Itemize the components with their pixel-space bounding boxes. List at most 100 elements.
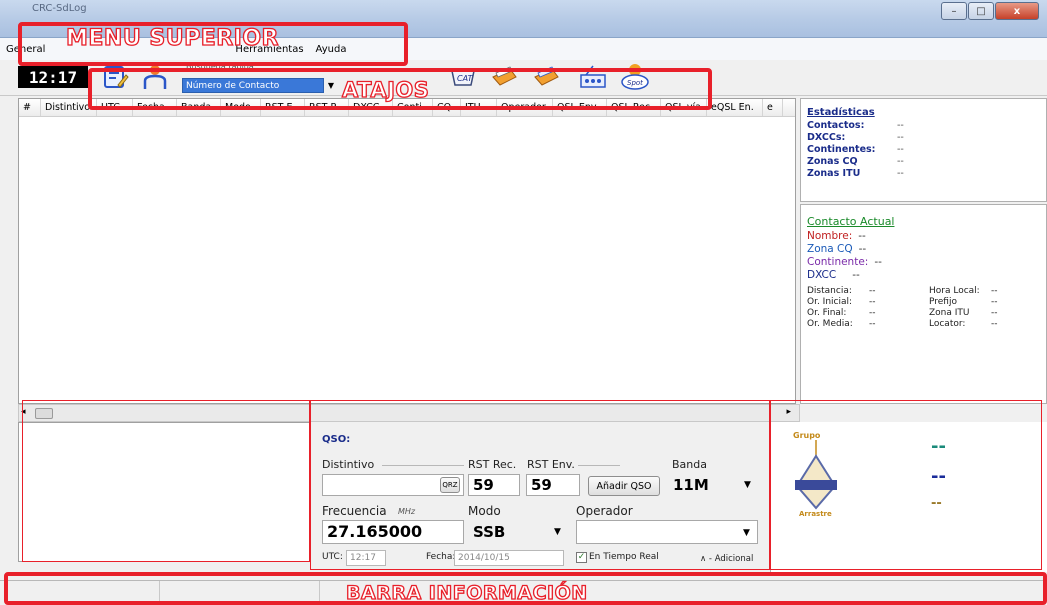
dxcc-row: DXCC -- [807,269,1040,282]
maximize-button[interactable]: □ [968,2,994,20]
minimize-button[interactable]: – [941,2,967,20]
chevron-down-icon[interactable]: ▼ [324,78,338,93]
frequency-label: Frecuencia [322,504,387,518]
detail-label: Or. Media: [807,319,853,329]
column-header[interactable]: Banda [177,99,221,116]
callsign-label: Distintivo [322,458,375,471]
detail-value: -- [991,308,998,318]
user-icon[interactable] [140,63,170,91]
add-qso-button[interactable]: Añadir QSO [588,476,660,496]
scroll-right-icon[interactable]: ▸ [786,407,791,417]
statistics-panel: Estadísticas Contactos: -- DXCCs: -- Conti… [800,98,1047,202]
detail-value: -- [869,297,876,307]
operator-select[interactable]: ▼ [576,520,758,544]
column-header[interactable]: RST E. [261,99,305,116]
detail-label: Prefijo [929,297,957,307]
spot-icon[interactable]: Spot [620,63,650,91]
column-header[interactable]: e [763,99,783,116]
zona-cq-value: -- [858,243,867,255]
detail-label: Distancia: [807,286,852,296]
stat-row: Continentes: -- [807,144,1040,156]
annotation-menu-label: MENU SUPERIOR [65,25,279,51]
rst-env-label: RST Env. [527,458,575,471]
quick-search-select[interactable]: Número de Contacto ▼ [182,78,338,93]
detail-label: Zona ITU [929,308,970,318]
statistics-title: Estadísticas [807,107,875,118]
mode-select[interactable]: SSB ▼ [468,520,570,544]
column-header[interactable]: Modo [221,99,261,116]
column-header[interactable]: CQ [433,99,461,116]
notes-icon[interactable] [100,63,130,91]
continente-row: Continente: -- [807,256,1040,269]
annotation-shortcuts-label: ATAJOS [341,77,430,102]
cat-text: CAT [457,74,473,83]
chevron-down-icon: ▼ [743,528,750,538]
column-header[interactable]: UTC [97,99,133,116]
column-header[interactable]: # [19,99,41,116]
stat-row: Contactos: -- [807,120,1040,132]
operator-label: Operador [576,504,633,518]
log-horizontal-scrollbar[interactable]: ◂ ▸ [18,404,800,422]
stat-value: -- [897,144,904,155]
stat-value: -- [897,132,904,143]
column-header[interactable]: QSL vía [661,99,707,116]
date-label: Fecha: [426,552,456,562]
contact-details-grid: Distancia: -- Hora Local: -- Or. Inicial: --… [807,286,1040,329]
realtime-label: En Tiempo Real [589,552,659,562]
qrz-button[interactable]: QRZ [440,477,460,493]
current-contact-title: Contacto Actual [807,215,895,228]
column-header[interactable]: eQSL En. [707,99,763,116]
additional-toggle[interactable]: ∧ - Adicional [700,554,753,564]
eqsl-icon[interactable] [532,63,562,91]
radio-icon[interactable] [578,63,608,91]
qsl-icon[interactable] [490,63,520,91]
log-table[interactable]: # Distintivo UTC Fecha Banda Modo RST E.… [18,98,796,404]
menu-ayuda[interactable]: Ayuda [314,42,349,57]
status-segment [0,581,160,605]
group-divider [382,465,464,466]
continente-label: Continente: [807,256,869,268]
detail-label: Locator: [929,319,966,329]
info-value-1: -- [931,436,946,457]
stat-value: -- [897,120,904,131]
bottom-left-pane [18,422,310,562]
scroll-thumb[interactable] [35,408,53,419]
current-contact-panel: Contacto Actual Nombre: -- Zona CQ -- Cont… [800,204,1047,404]
group-logo-icon: Grupo Arrastre [793,431,837,518]
rst-env-value: 59 [531,476,552,494]
utc-label: UTC: [322,552,343,562]
close-button[interactable]: x [995,2,1039,20]
cat-icon[interactable]: CAT [448,63,478,91]
menu-general[interactable]: General [4,42,47,57]
column-header[interactable]: QSL Env. [553,99,607,116]
column-header[interactable]: Operador [497,99,553,116]
column-header[interactable]: Fecha [133,99,177,116]
group-divider [578,465,620,466]
chevron-down-icon: ▼ [744,480,751,490]
rst-rec-value: 59 [473,476,494,494]
qso-section-label: QSO: [322,434,351,445]
stat-label: Continentes: [807,144,876,155]
band-label: Banda [672,458,707,471]
dxcc-value: -- [852,269,860,281]
column-header[interactable]: QSL Rec. [607,99,661,116]
stat-value: -- [897,168,904,179]
band-select[interactable]: 11M ▼ [668,474,756,496]
status-segment [160,581,320,605]
stat-row: Zonas ITU -- [807,168,1040,180]
utc-input[interactable]: 12:17 [346,550,386,566]
continente-value: -- [874,256,882,268]
stat-label: DXCCs: [807,132,846,143]
info-value-2: -- [931,466,946,487]
utc-clock: 12:17 [18,66,88,88]
qso-entry-panel: QSO: Distintivo QRZ RST Rec. 59 RST Env.… [312,422,767,572]
logo-top-text: Grupo [793,431,821,440]
date-input[interactable]: 2014/10/15 [454,550,564,566]
band-value: 11M [673,476,709,494]
column-header[interactable]: Distintivo [41,99,97,116]
zona-cq-label: Zona CQ [807,243,853,255]
detail-value: -- [869,286,876,296]
scroll-left-icon[interactable]: ◂ [21,407,26,417]
realtime-checkbox[interactable]: ✓ [576,552,587,563]
column-header[interactable]: ITU [461,99,497,116]
